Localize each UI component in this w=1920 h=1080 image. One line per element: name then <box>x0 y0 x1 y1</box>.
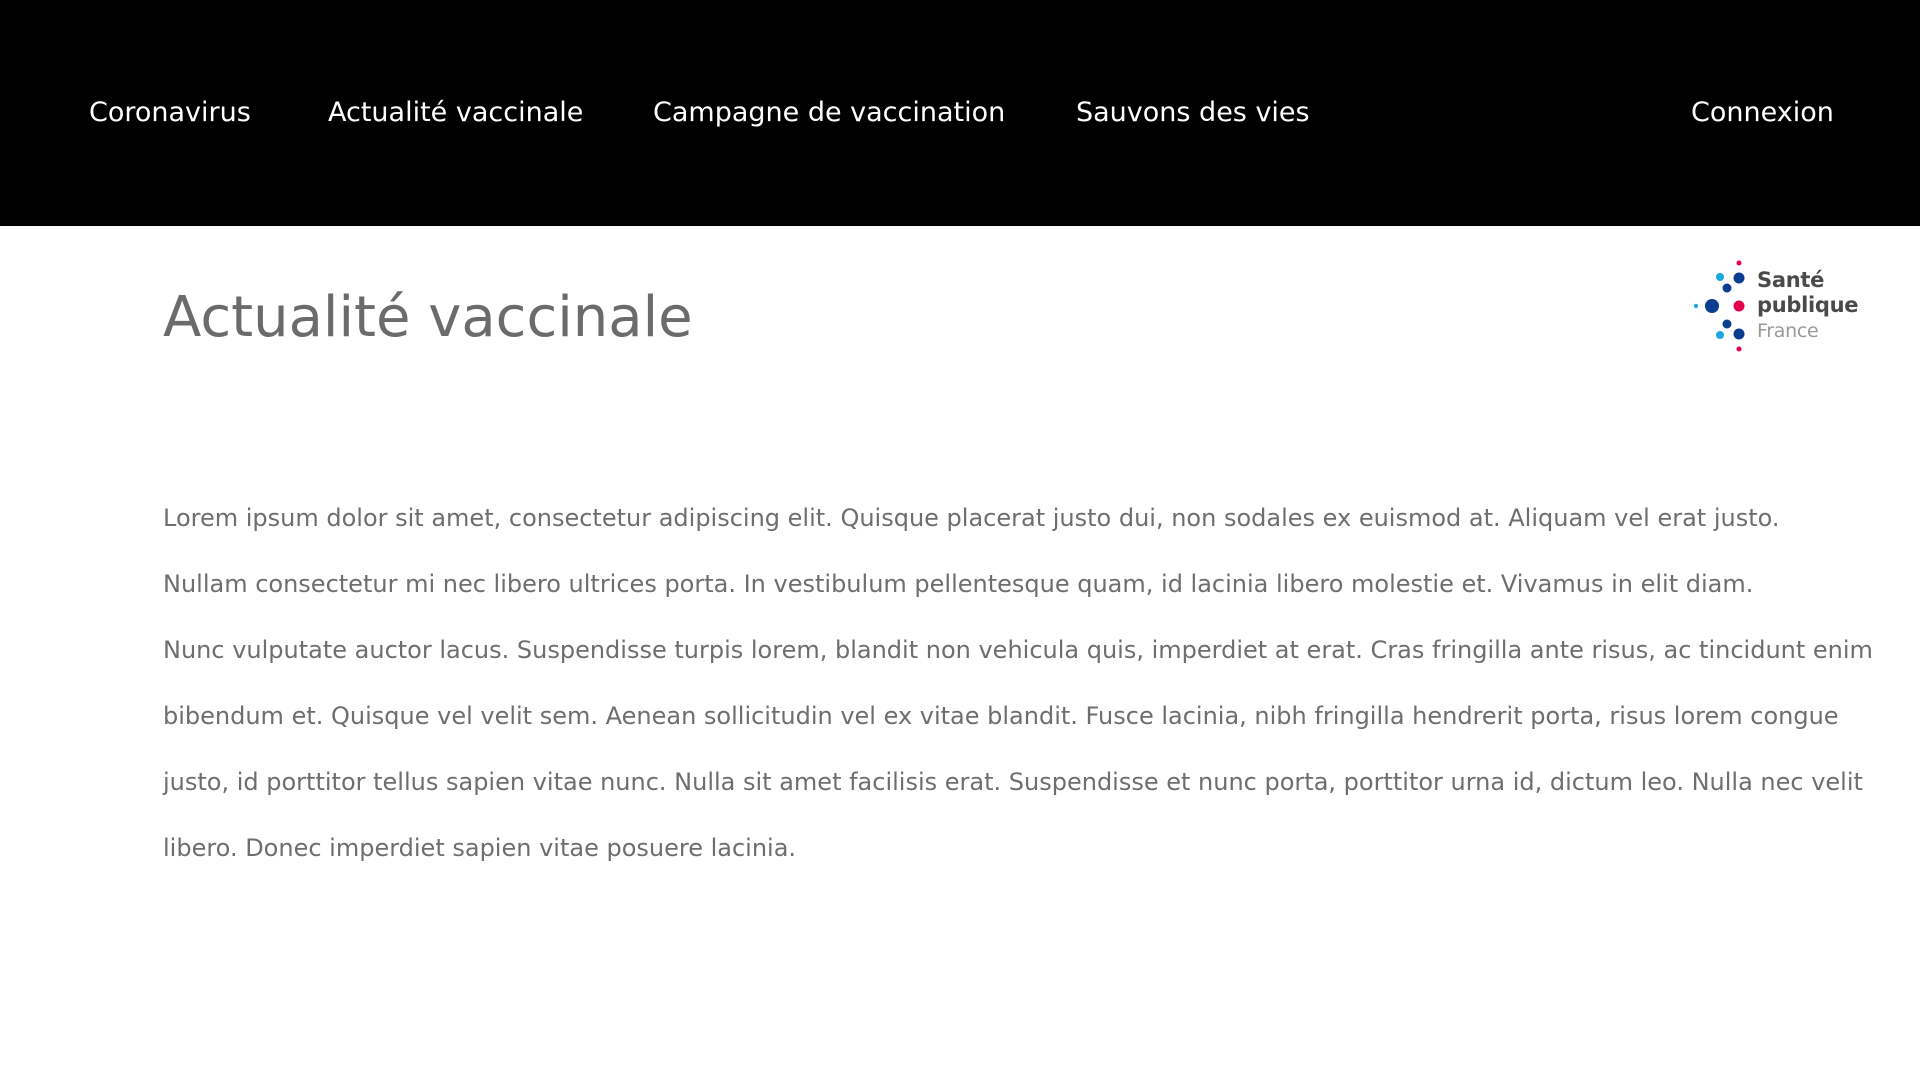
paragraph: Lorem ipsum dolor sit amet, consectetur … <box>163 504 1780 532</box>
nav-item-campagne-de-vaccination[interactable]: Campagne de vaccination <box>653 96 1005 130</box>
article-content: Lorem ipsum dolor sit amet, consectetur … <box>163 485 1883 881</box>
page-title: Actualité vaccinale <box>163 285 693 350</box>
paragraph: Nullam consectetur mi nec libero ultrice… <box>163 570 1754 598</box>
nav-item-sauvons-des-vies[interactable]: Sauvons des vies <box>1076 96 1310 130</box>
sante-publique-france-logo: Santé publique France <box>1690 258 1860 356</box>
nav-item-actualite-vaccinale[interactable]: Actualité vaccinale <box>328 96 583 130</box>
nav-item-coronavirus[interactable]: Coronavirus <box>89 96 251 130</box>
login-link[interactable]: Connexion <box>1691 96 1834 130</box>
logo-text-sante: Santé <box>1757 268 1825 292</box>
paragraph: Nunc vulputate auctor lacus. Suspendisse… <box>163 636 1873 862</box>
top-navigation-bar: Coronavirus Actualité vaccinale Campagne… <box>0 0 1920 226</box>
logo-dots-icon <box>1693 260 1745 352</box>
logo-text-publique: publique <box>1757 293 1859 317</box>
logo-text-france: France <box>1757 320 1819 342</box>
